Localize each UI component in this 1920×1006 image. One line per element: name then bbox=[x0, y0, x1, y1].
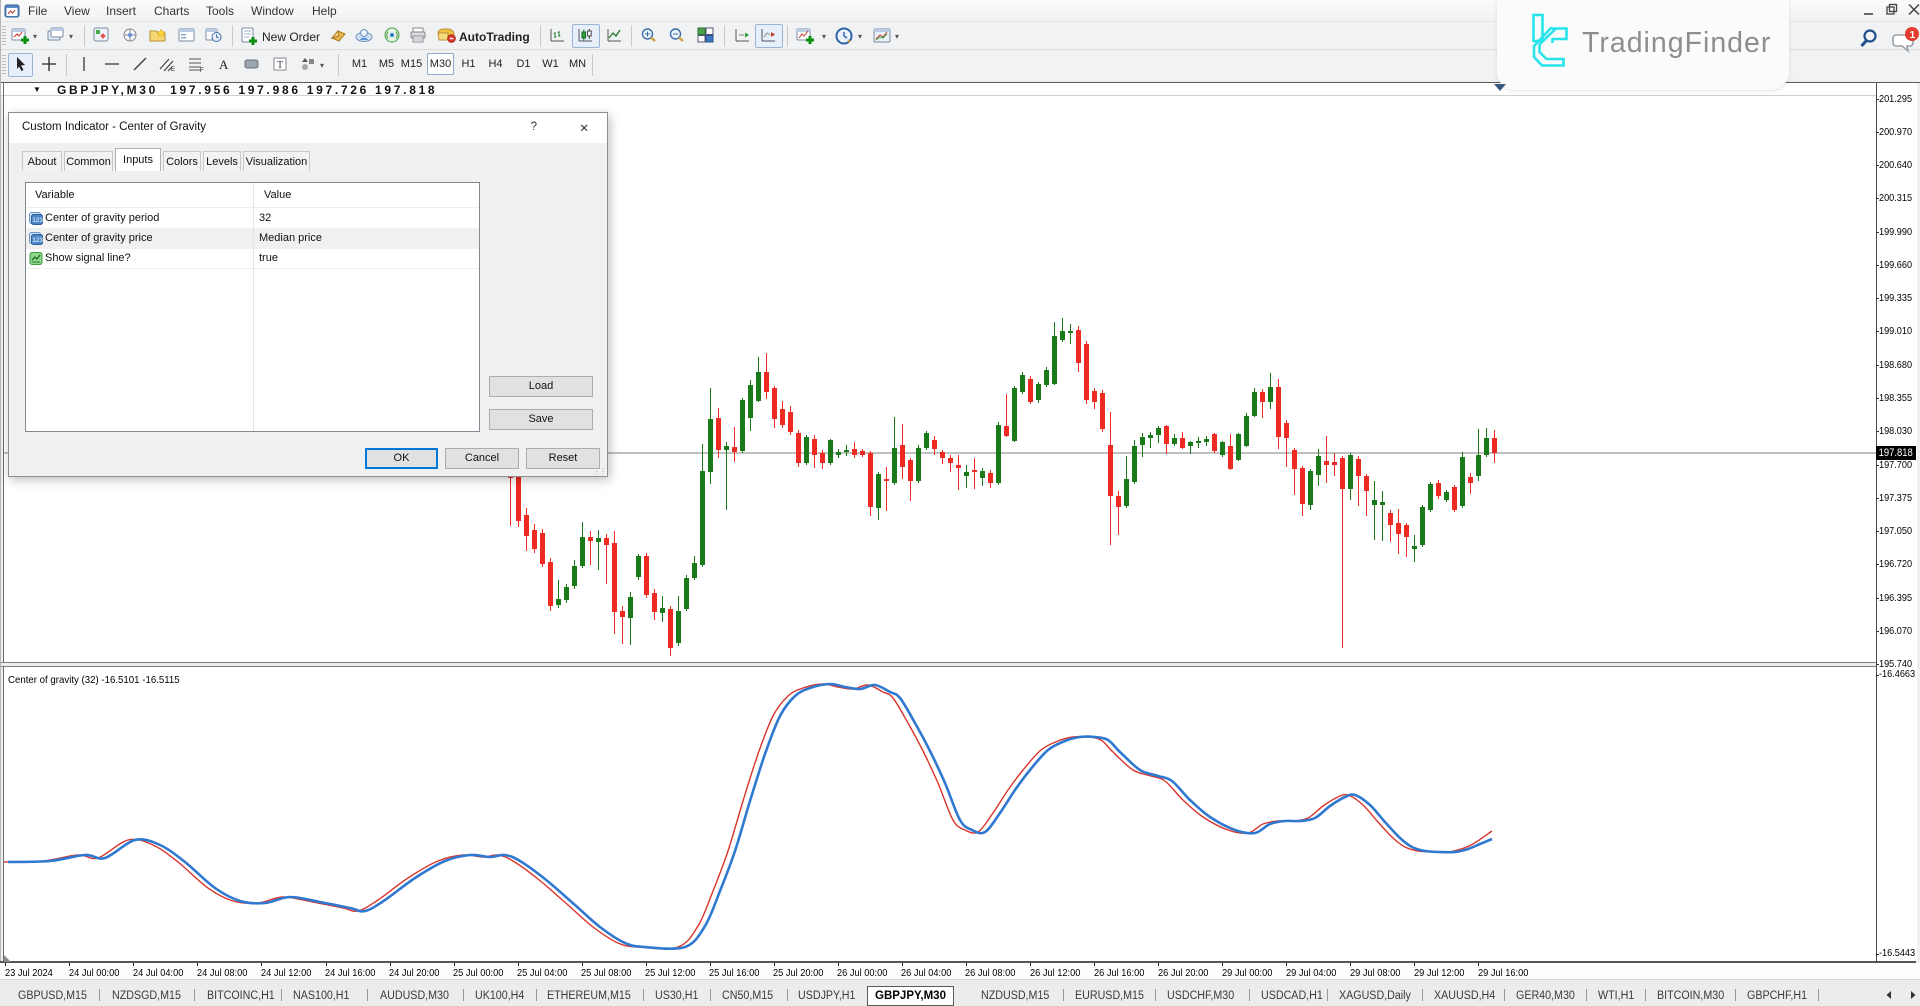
svg-text:F: F bbox=[200, 68, 204, 72]
svg-text:E: E bbox=[171, 67, 175, 72]
svg-text:T: T bbox=[277, 60, 283, 71]
svg-text:1: 1 bbox=[1910, 29, 1916, 41]
svg-text:A: A bbox=[219, 57, 229, 72]
svg-text:TradingFinder: TradingFinder bbox=[1582, 27, 1771, 59]
svg-text:123: 123 bbox=[32, 217, 43, 224]
svg-text:123: 123 bbox=[32, 237, 43, 244]
